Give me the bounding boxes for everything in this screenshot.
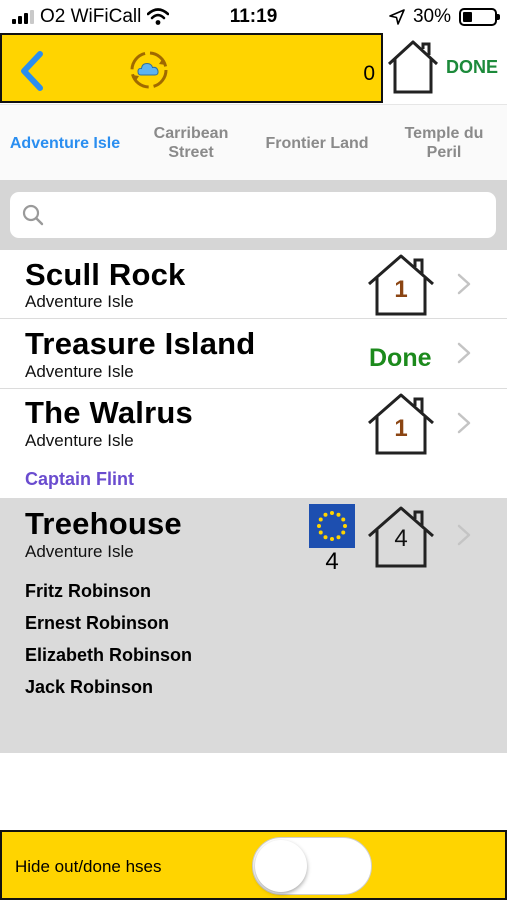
area-tabs: Adventure Isle Carribean Street Frontier… [0, 104, 507, 180]
eu-star [323, 512, 328, 517]
done-button[interactable]: DONE [446, 57, 498, 78]
status-bar: O2 WiFiCall 11:19 30% [0, 0, 507, 33]
chevron-right-icon [457, 412, 471, 434]
eu-star [341, 517, 346, 522]
eu-star [343, 524, 347, 528]
tab-temple-du-peril[interactable]: Temple du Peril [392, 105, 496, 181]
list-item-the-walrus[interactable]: The Walrus Adventure Isle 1 [0, 389, 507, 461]
done-status: Done [369, 344, 432, 372]
eu-star [318, 530, 323, 535]
row-subtitle: Adventure Isle [25, 542, 134, 561]
row-title: The Walrus [25, 395, 193, 430]
eu-star [330, 511, 334, 515]
header-count: 0 [363, 62, 375, 85]
flag-count: 4 [325, 548, 339, 575]
status-right: 30% [389, 6, 500, 28]
member-name: Fritz Robinson [25, 581, 151, 601]
list-item-treehouse[interactable]: Treehouse Adventure Isle 4 Fritz Robinso… [0, 498, 507, 753]
eu-star [323, 535, 328, 540]
row-title: Scull Rock [25, 257, 186, 292]
eu-star [330, 537, 334, 541]
row-title: Treehouse [25, 506, 182, 541]
header-bar: 0 [0, 33, 383, 103]
row-subtitle: Adventure Isle [25, 362, 134, 381]
eu-star [318, 517, 323, 522]
battery-fill [463, 12, 472, 22]
row-subtitle: Adventure Isle [25, 292, 134, 311]
member-name: Jack Robinson [25, 677, 154, 697]
hide-done-label: Hide out/done hses [15, 857, 162, 876]
tab-adventure-isle[interactable]: Adventure Isle [0, 105, 130, 181]
eu-star [336, 512, 341, 517]
eu-star [336, 535, 341, 540]
row-title: Treasure Island [25, 326, 256, 361]
chevron-right-icon [457, 273, 471, 295]
member-name: Elizabeth Robinson [25, 645, 193, 665]
house-count: 1 [394, 276, 408, 303]
group-header: Captain Flint [25, 469, 134, 489]
house-count: 4 [394, 525, 408, 552]
hide-done-toggle[interactable] [252, 837, 372, 895]
search-icon [22, 204, 44, 226]
bottom-bar: Hide out/done hses [0, 830, 507, 900]
row-subtitle: Adventure Isle [25, 431, 134, 450]
eu-flag-icon [309, 504, 355, 548]
cloud-sync-icon[interactable] [129, 50, 169, 90]
home-button[interactable] [385, 36, 441, 96]
tab-frontier-land[interactable]: Frontier Land [256, 105, 378, 181]
search-input[interactable] [52, 192, 488, 238]
chevron-right-icon [457, 524, 471, 546]
house-count: 1 [394, 415, 408, 442]
battery-icon [459, 8, 500, 26]
back-button[interactable] [12, 49, 52, 93]
eu-star [341, 530, 346, 535]
list-item-treasure-island[interactable]: Treasure Island Adventure Isle Done [0, 319, 507, 389]
location-arrow-icon [389, 9, 405, 25]
chevron-right-icon [457, 342, 471, 364]
tab-carribean-street[interactable]: Carribean Street [140, 105, 242, 181]
eu-star [317, 524, 321, 528]
battery-percent: 30% [412, 6, 451, 27]
member-name: Ernest Robinson [25, 613, 170, 633]
toggle-knob [255, 840, 307, 892]
list-item-scull-rock[interactable]: Scull Rock Adventure Isle 1 [0, 250, 507, 319]
